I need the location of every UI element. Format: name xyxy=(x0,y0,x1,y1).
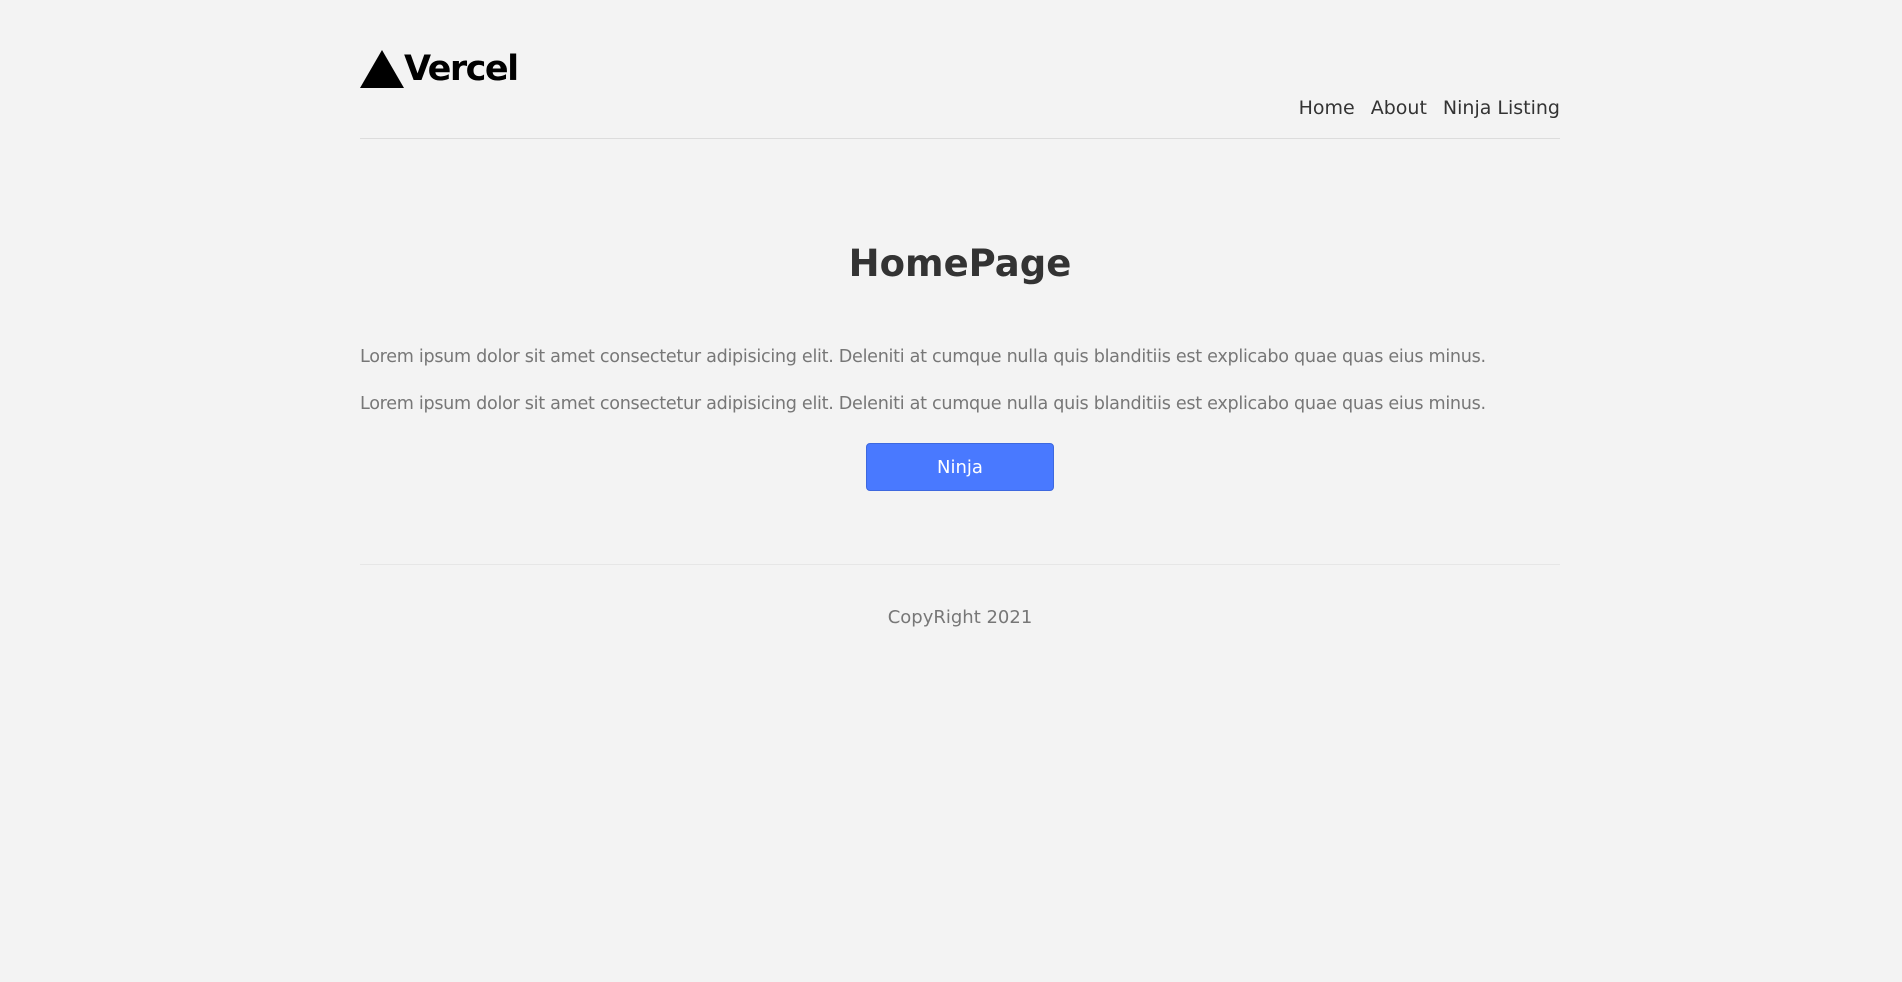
site-footer: CopyRight 2021 xyxy=(360,564,1560,628)
site-header: Vercel Home About Ninja Listing xyxy=(360,0,1560,139)
page-title: HomePage xyxy=(848,242,1072,285)
nav-link-about[interactable]: About xyxy=(1371,97,1427,119)
content-container: Vercel Home About Ninja Listing HomePage… xyxy=(360,0,1560,628)
triangle-logo-icon xyxy=(360,50,404,88)
logo-text: Vercel xyxy=(404,49,519,89)
nav-link-ninja-listing[interactable]: Ninja Listing xyxy=(1443,97,1560,119)
ninja-button[interactable]: Ninja xyxy=(866,443,1054,491)
main-nav: Home About Ninja Listing xyxy=(1299,97,1560,119)
copyright-text: CopyRight 2021 xyxy=(887,607,1033,628)
logo[interactable]: Vercel xyxy=(360,49,519,89)
intro-paragraph: Lorem ipsum dolor sit amet consectetur a… xyxy=(360,394,1486,414)
nav-link-home[interactable]: Home xyxy=(1299,97,1355,119)
page: Vercel Home About Ninja Listing HomePage… xyxy=(0,0,1902,982)
intro-paragraph: Lorem ipsum dolor sit amet consectetur a… xyxy=(360,347,1486,367)
